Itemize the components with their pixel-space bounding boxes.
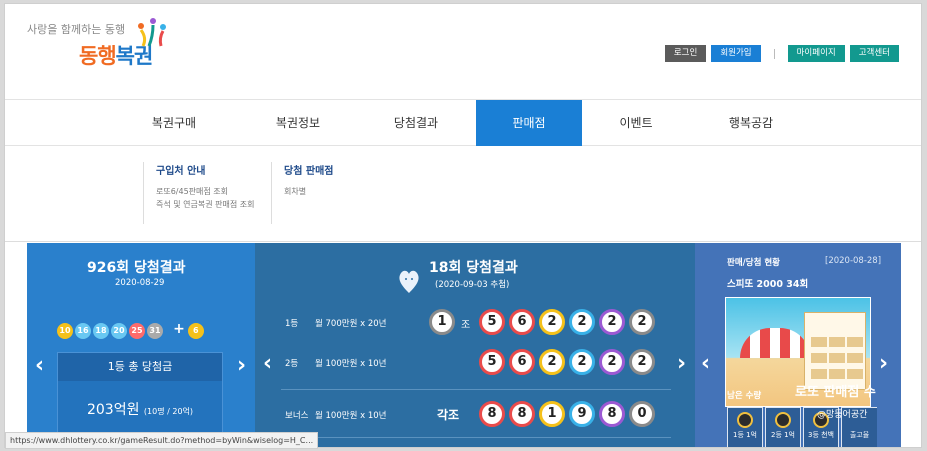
- pension-digit: 6: [509, 309, 535, 335]
- each-group-label: 각조: [437, 408, 460, 422]
- pension-digit: 1: [539, 401, 565, 427]
- rank-count-label: 1등 1억: [732, 431, 757, 439]
- submenu-title[interactable]: 구입처 안내: [156, 162, 263, 177]
- lotto-prev-arrow-icon[interactable]: ‹: [35, 353, 44, 378]
- sales-status-panel: 판매/당첨 현황 [2020-08-28] 스피또 2000 34회 ‹ › 남…: [695, 243, 901, 447]
- pension-digit: 2: [629, 349, 655, 375]
- sales-title: 판매/당첨 현황: [727, 258, 780, 268]
- sales-date: [2020-08-28]: [825, 256, 882, 266]
- lotto-title: 926회 당첨결과: [87, 260, 186, 276]
- logo-text-orange: 동행: [79, 44, 117, 68]
- slogan: 사랑을 함께하는 동행: [27, 23, 126, 36]
- pension-digit: 8: [509, 401, 535, 427]
- pension-digit: 2: [569, 309, 595, 335]
- site-header: 사랑을 함께하는 동행 동행복권 로그인 회원가입 마이페이지 고객센터: [5, 4, 921, 100]
- pension-next-arrow-icon[interactable]: ›: [677, 351, 686, 376]
- lotto-next-arrow-icon[interactable]: ›: [237, 353, 246, 378]
- pension-digit: 2: [569, 349, 595, 375]
- submenu-link-lotto-stores[interactable]: 로또6/45판매점 조회: [156, 187, 263, 197]
- group-label: 조: [461, 320, 471, 331]
- main-nav: 복권구매 복권정보 당첨결과 판매점 이벤트 행복공감: [5, 100, 921, 146]
- lotto-date: 2020-08-29: [115, 278, 165, 288]
- nav-item-results[interactable]: 당첨결과: [363, 100, 469, 146]
- nav-item-events[interactable]: 이벤트: [583, 100, 689, 146]
- submenu-column-winning: 당첨 판매점 회차별: [271, 162, 391, 224]
- pension-digit: 6: [509, 349, 535, 375]
- submenu-column-purchase: 구입처 안내 로또6/45판매점 조회 즉석 및 연금복권 판매점 조회: [143, 162, 263, 224]
- heart-icon: [399, 270, 419, 293]
- rank-count-box: 2등 1억: [765, 407, 801, 447]
- lotto-result-panel: 926회 당첨결과 2020-08-29 10 16 18 20 25 31 +6 ‹ ›…: [27, 243, 255, 447]
- remaining-label: 남은 수량: [727, 391, 762, 401]
- pension-digit: 8: [599, 401, 625, 427]
- divider: [773, 48, 775, 59]
- prize-amount-line: 203억원 (10명 / 20억): [58, 399, 222, 419]
- lotto-numbers: 10 16 18 20 25 31 +6: [57, 318, 206, 339]
- divider: [281, 437, 671, 438]
- rank-count-label: 2등 1억: [770, 431, 795, 439]
- pension-digit: 0: [629, 401, 655, 427]
- results-banner: 926회 당첨결과 2020-08-29 10 16 18 20 25 31 +6 ‹ ›…: [27, 243, 901, 447]
- stores-submenu: 구입처 안내 로또6/45판매점 조회 즉석 및 연금복권 판매점 조회 당첨 …: [5, 146, 921, 242]
- login-button[interactable]: 로그인: [664, 45, 707, 62]
- bonus-rank-desc: 월 100만원 x 10년: [315, 411, 387, 421]
- plus-sign: +: [173, 321, 185, 337]
- submenu-link-by-round[interactable]: 회차별: [284, 187, 391, 197]
- pension-digit: 9: [569, 401, 595, 427]
- submenu-title[interactable]: 당첨 판매점: [284, 162, 391, 177]
- pension-digit: 2: [539, 309, 565, 335]
- pension-prev-arrow-icon[interactable]: ‹: [263, 351, 272, 376]
- rank-second-label: 2등: [285, 359, 299, 369]
- pension-digit: 5: [479, 309, 505, 335]
- rank-second-desc: 월 100만원 x 10년: [315, 359, 387, 369]
- submenu-link-instant-stores[interactable]: 즉석 및 연금복권 판매점 조회: [156, 200, 256, 210]
- sales-prev-arrow-icon[interactable]: ‹: [701, 351, 710, 376]
- pension-digit: 2: [539, 349, 565, 375]
- lotto-ball: 10: [57, 323, 73, 339]
- prize-box: 1등 총 당첨금 203억원 (10명 / 20억): [57, 352, 223, 438]
- rank-count-box: 1등 1억: [727, 407, 763, 447]
- umbrella-illustration: [740, 328, 810, 358]
- overlay-watermark: @망둥어공간: [817, 410, 868, 420]
- pension-digit: 2: [599, 349, 625, 375]
- logo-mark-icon: [138, 18, 166, 47]
- ticket-card: [804, 312, 866, 390]
- pension-digit: 2: [629, 309, 655, 335]
- pension-digit: 8: [479, 401, 505, 427]
- rank-first-label: 1등: [285, 319, 299, 329]
- pension-title: 18회 당첨결과: [429, 260, 518, 276]
- bonus-rank-label: 보너스: [285, 411, 309, 421]
- nav-item-buy[interactable]: 복권구매: [121, 100, 227, 146]
- prize-detail: (10명 / 20억): [143, 407, 194, 416]
- prize-label: 1등 총 당첨금: [58, 353, 222, 381]
- nav-item-info[interactable]: 복권정보: [245, 100, 351, 146]
- bonus-ball: 6: [187, 323, 204, 339]
- lotto-ball: 31: [147, 323, 163, 339]
- product-name: 스피또 2000 34회: [727, 279, 809, 290]
- lotto-ball: 16: [75, 323, 91, 339]
- rank-count-label: 3등 천백: [808, 431, 834, 439]
- pension-digit: 2: [599, 309, 625, 335]
- rank-first-desc: 월 700만원 x 20년: [315, 319, 387, 329]
- lotto-ball: 20: [111, 323, 127, 339]
- rank-count-label: 출고율: [849, 431, 870, 439]
- lotto-ball: 25: [129, 323, 145, 339]
- pension-result-panel: 18회 당첨결과 (2020-09-03 추첨) ‹ › 1등 월 700만원 …: [255, 243, 695, 447]
- overlay-caption: 로또 판매점 수: [795, 385, 876, 400]
- mypage-button[interactable]: 마이페이지: [787, 45, 845, 62]
- group-ball: 1: [429, 309, 455, 335]
- nav-item-stores[interactable]: 판매점: [476, 100, 582, 146]
- sales-next-arrow-icon[interactable]: ›: [879, 351, 888, 376]
- divider: [281, 389, 671, 390]
- join-button[interactable]: 회원가입: [711, 45, 761, 62]
- prize-amount: 203억원: [86, 402, 140, 418]
- support-button[interactable]: 고객센터: [849, 45, 899, 62]
- nav-item-happiness[interactable]: 행복공감: [698, 100, 804, 146]
- pension-date: (2020-09-03 추첨): [435, 280, 510, 290]
- browser-viewport: 사랑을 함께하는 동행 동행복권 로그인 회원가입 마이페이지 고객센터 복권구…: [4, 3, 922, 448]
- top-button-group: 로그인 회원가입 마이페이지 고객센터: [664, 45, 899, 62]
- status-bar-url: https://www.dhlottery.co.kr/gameResult.d…: [5, 432, 319, 449]
- pension-digit: 5: [479, 349, 505, 375]
- lotto-ball: 18: [93, 323, 109, 339]
